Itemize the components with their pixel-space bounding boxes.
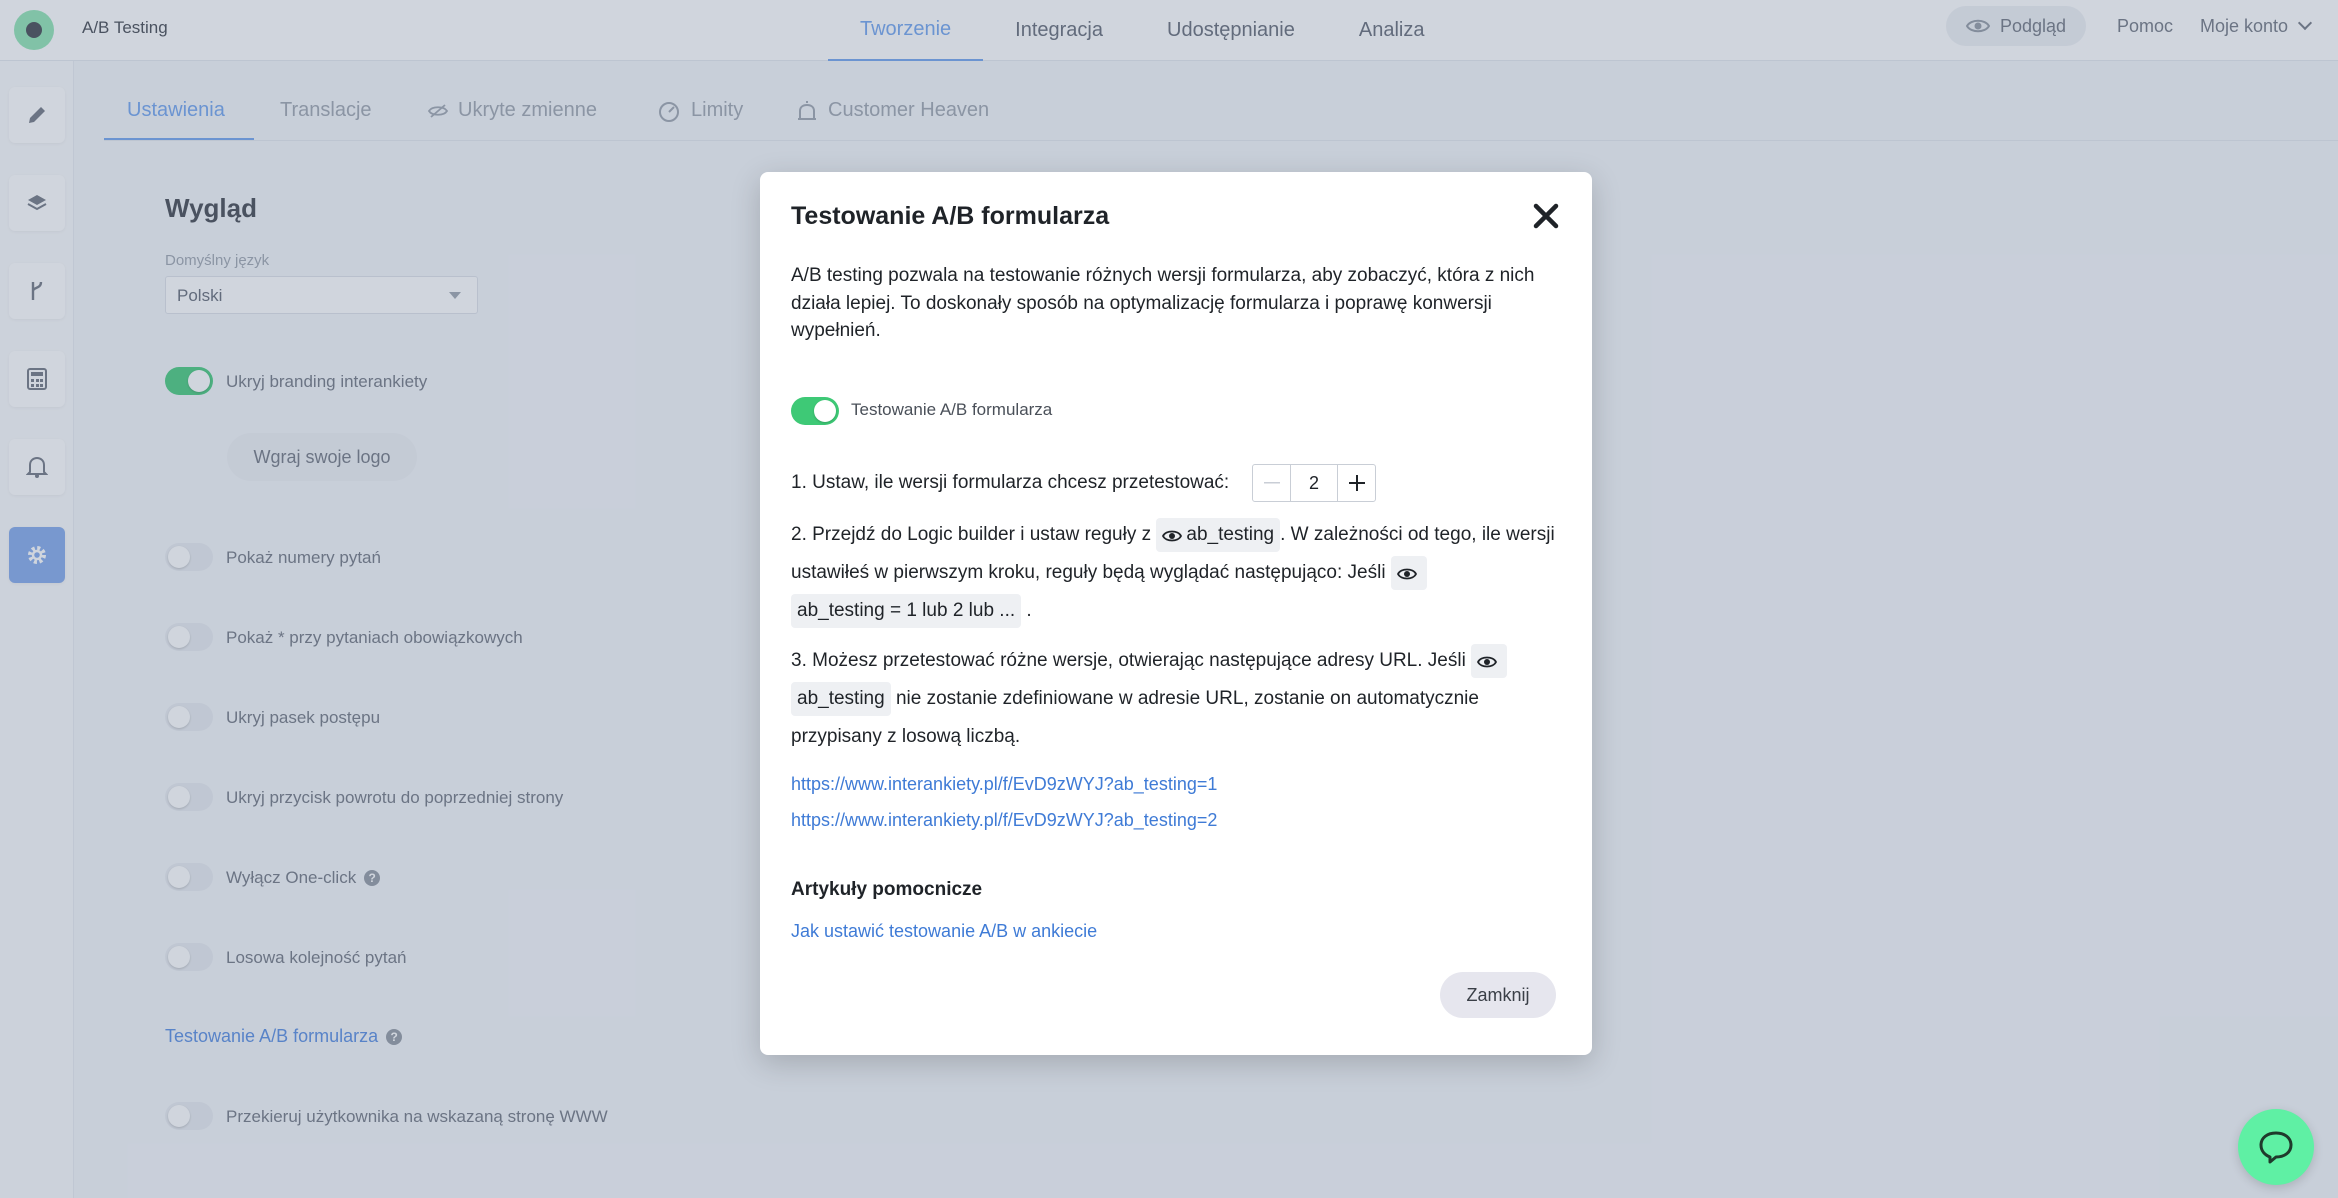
variable-name: ab_testing xyxy=(791,682,891,716)
step-1: 1. Ustaw, ile wersji formularza chcesz p… xyxy=(791,464,1571,502)
step-2-text: 2. Przejdź do Logic builder i ustaw regu… xyxy=(791,524,1152,545)
variable-name: ab_testing xyxy=(1186,524,1275,545)
step-1-text: 1. Ustaw, ile wersji formularza chcesz p… xyxy=(791,472,1230,493)
ab-testing-modal: Testowanie A/B formularza A/B testing po… xyxy=(760,172,1592,1055)
increment-button[interactable] xyxy=(1337,465,1375,501)
variable-chip xyxy=(1471,644,1508,678)
eye-icon xyxy=(1396,568,1417,580)
modal-description: A/B testing pozwala na testowanie różnyc… xyxy=(791,265,1535,341)
rule-expression: ab_testing = 1 lub 2 lub ... xyxy=(791,594,1022,628)
versions-value[interactable]: 2 xyxy=(1291,465,1337,501)
version-url-link[interactable]: https://www.interankiety.pl/f/EvD9zWYJ?a… xyxy=(791,810,1217,831)
step-3-text: 3. Możesz przetestować różne wersje, otw… xyxy=(791,650,1466,671)
step-3: 3. Możesz przetestować różne wersje, otw… xyxy=(791,642,1571,756)
step-3-text: nie zostanie zdefiniowane w adresie URL,… xyxy=(791,688,1479,747)
versions-stepper: 2 xyxy=(1252,464,1376,502)
close-button[interactable]: Zamknij xyxy=(1440,972,1556,1018)
ab-testing-toggle-label: Testowanie A/B formularza xyxy=(851,400,1053,419)
article-link[interactable]: Jak ustawić testowanie A/B w ankiecie xyxy=(791,921,1097,942)
chat-button[interactable] xyxy=(2238,1109,2314,1185)
close-icon[interactable] xyxy=(1530,200,1562,232)
ab-testing-toggle[interactable] xyxy=(791,397,839,425)
modal-title: Testowanie A/B formularza xyxy=(791,202,1110,230)
chat-icon xyxy=(2259,1131,2293,1164)
step-2: 2. Przejdź do Logic builder i ustaw regu… xyxy=(791,516,1571,630)
step-2-end: . xyxy=(1026,600,1032,621)
minus-icon xyxy=(1263,482,1280,484)
version-url-link[interactable]: https://www.interankiety.pl/f/EvD9zWYJ?a… xyxy=(791,774,1217,795)
eye-icon xyxy=(1477,656,1498,668)
rule-chip xyxy=(1390,556,1427,590)
eye-icon xyxy=(1162,530,1183,542)
articles-heading: Artykuły pomocnicze xyxy=(791,879,983,900)
plus-icon xyxy=(1348,475,1365,491)
variable-chip: ab_testing xyxy=(1156,518,1281,552)
decrement-button[interactable] xyxy=(1253,465,1291,501)
